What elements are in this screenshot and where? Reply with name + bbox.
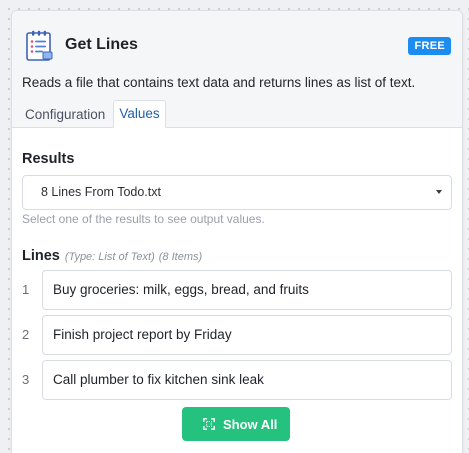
lines-heading: Lines (Type: List of Text) (8 Items) xyxy=(22,248,202,264)
panel-header: Get Lines FREE Reads a file that contain… xyxy=(12,11,462,128)
list-item-text: Buy groceries: milk, eggs, bread, and fr… xyxy=(53,282,309,297)
lines-label: Lines xyxy=(22,248,60,264)
list-item-index: 3 xyxy=(22,372,30,387)
show-all-button[interactable]: Show All xyxy=(182,407,290,441)
list-item: 3 Call plumber to fix kitchen sink leak xyxy=(22,360,452,400)
action-panel: Get Lines FREE Reads a file that contain… xyxy=(11,10,463,453)
free-badge: FREE xyxy=(408,37,451,55)
show-all-label: Show All xyxy=(223,417,278,432)
results-hint: Select one of the results to see output … xyxy=(22,212,265,226)
list-item-value[interactable]: Buy groceries: milk, eggs, bread, and fr… xyxy=(42,270,452,310)
tab-configuration[interactable]: Configuration xyxy=(21,102,109,128)
list-item: 2 Finish project report by Friday xyxy=(22,315,452,355)
list-item-text: Call plumber to fix kitchen sink leak xyxy=(53,372,264,387)
notepad-list-icon xyxy=(26,30,53,61)
tab-values[interactable]: Values xyxy=(113,100,166,128)
results-heading: Results xyxy=(22,151,75,167)
list-item-index: 1 xyxy=(22,282,30,297)
list-item-text: Finish project report by Friday xyxy=(53,327,232,342)
results-select-value: 8 Lines From Todo.txt xyxy=(41,185,161,199)
results-select[interactable]: 8 Lines From Todo.txt xyxy=(22,175,452,210)
list-item-value[interactable]: Finish project report by Friday xyxy=(42,315,452,355)
list-item: 1 Buy groceries: milk, eggs, bread, and … xyxy=(22,270,452,310)
expand-icon xyxy=(203,418,215,430)
caret-down-icon xyxy=(436,190,442,194)
list-item-index: 2 xyxy=(22,327,30,342)
tab-bar: Configuration Values xyxy=(21,100,170,128)
panel-title: Get Lines xyxy=(65,36,138,53)
list-item-value[interactable]: Call plumber to fix kitchen sink leak xyxy=(42,360,452,400)
panel-description: Reads a file that contains text data and… xyxy=(22,75,416,90)
lines-count: (8 Items) xyxy=(158,251,203,263)
lines-type: (Type: List of Text) xyxy=(64,251,155,263)
